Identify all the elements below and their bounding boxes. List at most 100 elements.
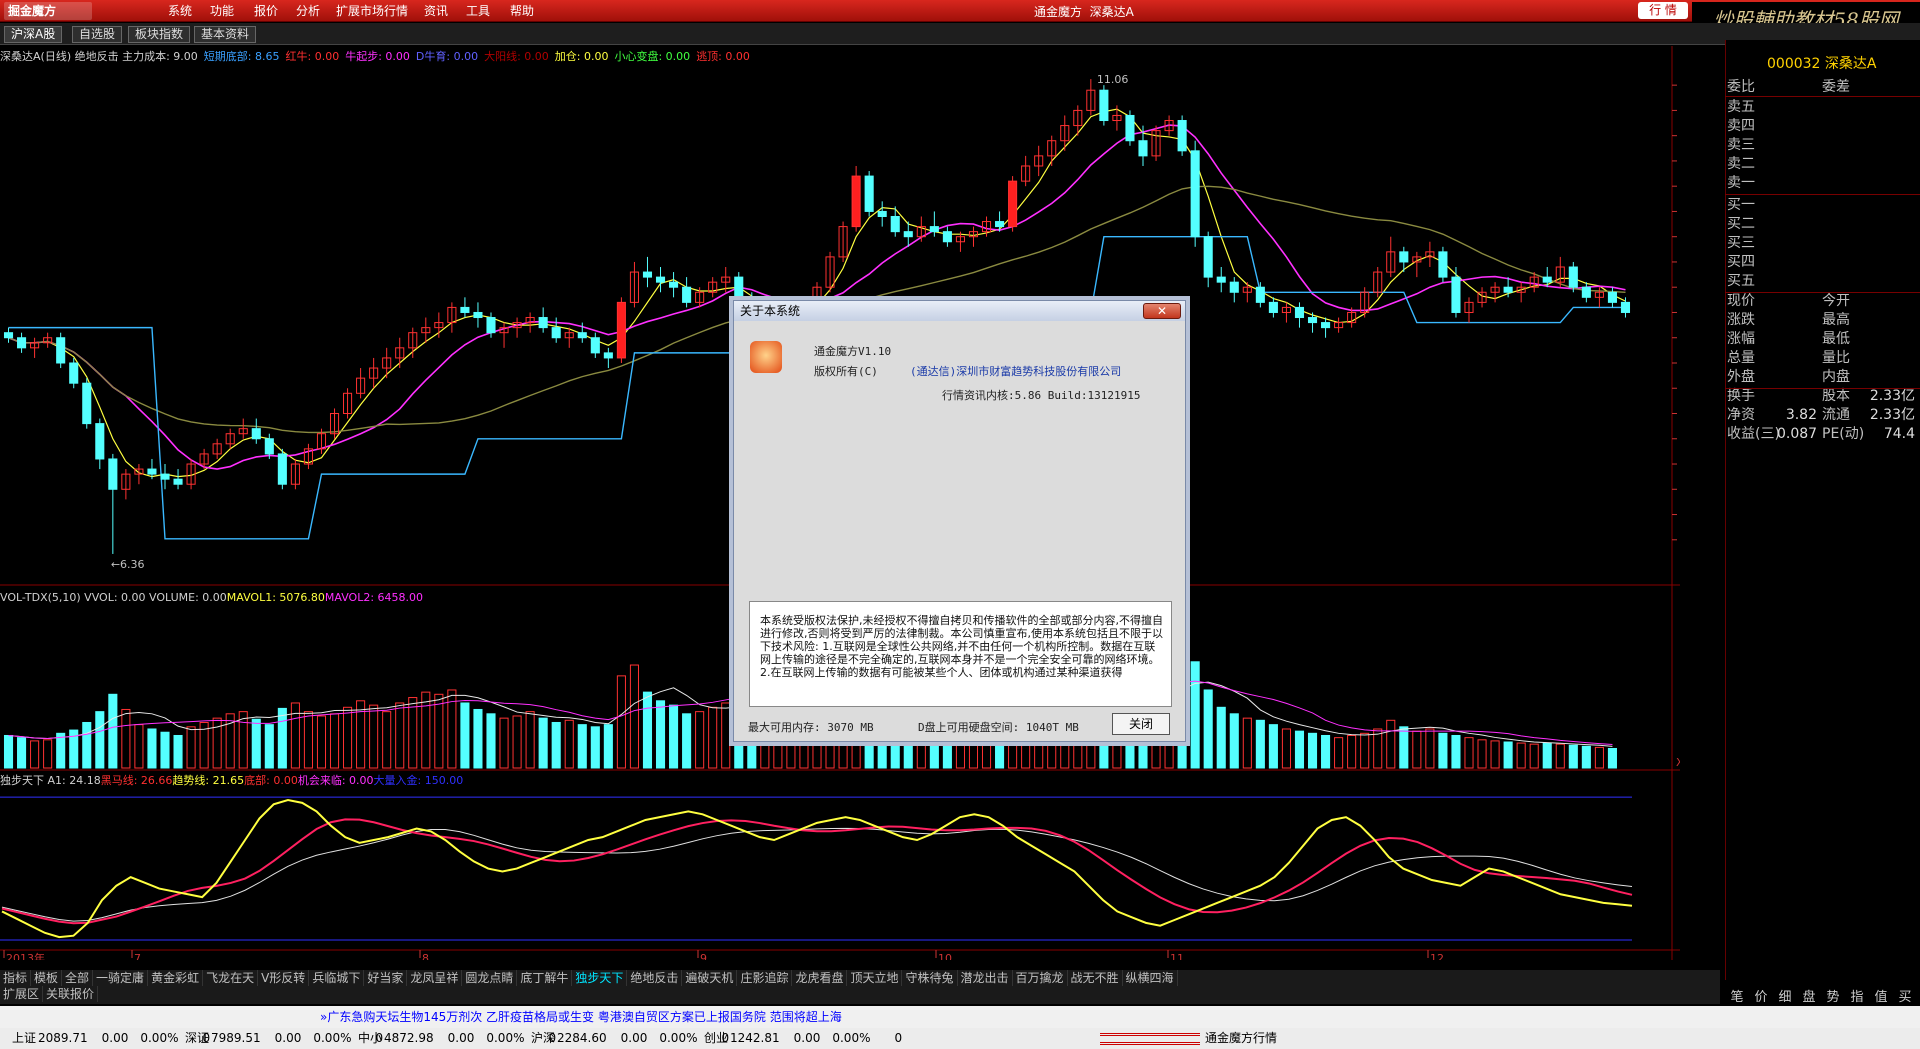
indicator-tab[interactable]: 圆龙点睛 <box>462 970 518 986</box>
panel-mode-7[interactable]: 买 <box>1893 986 1917 1005</box>
label: 买三 <box>1727 235 1755 251</box>
panel-mode-4[interactable]: 势 <box>1821 986 1845 1005</box>
indicator-tab[interactable]: 绝地反击 <box>627 970 683 986</box>
label: 净资 <box>1727 407 1755 423</box>
menu-analysis[interactable]: 分析 <box>296 3 320 19</box>
indicator-tab[interactable]: 龙虎看盘 <box>792 970 848 986</box>
volume-bar <box>1347 734 1357 769</box>
indicator-tab[interactable]: 遍破天机 <box>682 970 738 986</box>
volume-bar <box>408 697 418 769</box>
indicator-tab[interactable]: 守株待兔 <box>902 970 958 986</box>
candle <box>1177 115 1187 156</box>
candle <box>1516 282 1526 303</box>
volume-bar <box>1242 717 1252 769</box>
menu-extended-market[interactable]: 扩展市场行情 <box>336 3 408 19</box>
index-name: 创业 <box>704 1031 729 1045</box>
volume-bar <box>1399 726 1409 769</box>
volume-bar <box>1451 734 1461 769</box>
value: 2.33亿 <box>1869 407 1915 423</box>
menu-function[interactable]: 功能 <box>210 3 234 19</box>
panel-mode-0[interactable]: 笔 <box>1725 986 1749 1005</box>
related-quote-tab[interactable]: 关联报价 <box>43 986 99 1002</box>
candle <box>3 327 14 343</box>
indicator-tab[interactable]: 底丁解牛 <box>517 970 573 986</box>
candle <box>564 327 574 348</box>
candle <box>1321 317 1331 338</box>
indicator-tab[interactable]: 全部 <box>62 970 94 986</box>
indicator-tab[interactable]: 好当家 <box>364 970 408 986</box>
tab-sector-index[interactable]: 板块指数 <box>128 26 191 43</box>
indicator-tab[interactable]: V形反转 <box>258 970 310 986</box>
candle <box>864 171 874 217</box>
indicator-tab[interactable]: 百万擒龙 <box>1013 970 1068 986</box>
dialog-ok-button[interactable]: 关闭 <box>1112 713 1170 735</box>
dialog-close-button[interactable]: ✕ <box>1143 303 1181 319</box>
menu-system[interactable]: 系统 <box>168 3 192 19</box>
label: 委差 <box>1822 79 1850 95</box>
buy-level-row: 买四 <box>1727 253 1917 272</box>
indicator-tab[interactable]: 独步天下 <box>572 970 628 986</box>
indicator-tab[interactable]: 兵临城下 <box>309 970 365 986</box>
indicator-tab[interactable]: 庄影追踪 <box>737 970 793 986</box>
indicator-tab[interactable]: 纵横四海 <box>1123 970 1178 986</box>
indicator-value: 趋势线: 21.65 <box>172 774 245 787</box>
indicator-tab[interactable]: 一骑定庸 <box>93 970 149 986</box>
date-label: 12 <box>1430 952 1444 960</box>
candle <box>17 332 27 353</box>
menu-help[interactable]: 帮助 <box>510 3 534 19</box>
panel-mode-icons: 笔价细盘势指值买 <box>1725 986 1920 1006</box>
panel-mode-2[interactable]: 细 <box>1773 986 1797 1005</box>
panel-mode-1[interactable]: 价 <box>1749 986 1773 1005</box>
date-label: 11 <box>1170 952 1184 960</box>
volume-unit: X10 <box>1676 756 1680 769</box>
menu-news[interactable]: 资讯 <box>424 3 448 19</box>
panel-mode-5[interactable]: 指 <box>1845 986 1869 1005</box>
volume-bar <box>460 702 470 769</box>
news-ticker[interactable]: »广东急购天坛生物145万剂次 乙肝疫苗格局或生变 粤港澳自贸区方案已上报国务院… <box>0 1006 1920 1028</box>
volume-bar <box>629 664 639 769</box>
panel-mode-3[interactable]: 盘 <box>1797 986 1821 1005</box>
candle <box>95 418 105 470</box>
ticker-text[interactable]: »广东急购天坛生物145万剂次 乙肝疫苗格局或生变 粤港澳自贸区方案已上报国务院… <box>320 1010 842 1024</box>
index-value: 2089.71 <box>38 1031 88 1045</box>
indicator-tab[interactable]: 指标 <box>0 970 32 986</box>
about-dialog: 关于本系统 ✕ 通金魔方V1.10 版权所有(C) (通达信)深圳市财富趋势科技… <box>733 300 1186 742</box>
indicator-tab[interactable]: 战无不胜 <box>1068 970 1123 986</box>
indicator-tab[interactable]: 潜龙出击 <box>958 970 1013 986</box>
dialog-disk-space: D盘上可用硬盘空间: 1040T MB <box>918 721 1079 734</box>
indicator-tab[interactable]: 龙凤呈祥 <box>407 970 463 986</box>
panel-mode-6[interactable]: 值 <box>1869 986 1893 1005</box>
volume-bar <box>1490 740 1500 769</box>
volume-bar <box>1607 747 1617 769</box>
indicator-tab[interactable]: 飞龙在天 <box>203 970 259 986</box>
candle <box>1438 246 1448 283</box>
indicator-tab[interactable]: 模板 <box>31 970 63 986</box>
candle <box>1607 287 1617 308</box>
candle <box>1125 110 1135 146</box>
high-annotation: 11.06 <box>1097 73 1129 86</box>
indicator-tab[interactable]: 黄金彩虹 <box>148 970 204 986</box>
volume-bar <box>642 691 653 769</box>
volume-bar <box>316 715 327 769</box>
indicator-value: MAVOL1: 5076.80 <box>226 591 325 604</box>
volume-bar <box>1321 734 1331 769</box>
tab-watchlist[interactable]: 自选股 <box>72 26 123 43</box>
candle <box>1034 145 1044 177</box>
label: 买二 <box>1727 216 1755 232</box>
candle <box>1542 267 1552 288</box>
volume-bar <box>1268 724 1278 769</box>
label: 买四 <box>1727 254 1755 270</box>
label: 卖二 <box>1727 156 1755 172</box>
tab-hushen-a[interactable]: 沪深A股 <box>4 26 63 43</box>
sell-level-row: 卖五 <box>1727 98 1917 117</box>
oscillator-indicator-info: 独步天下 A1: 24.18黑马线: 26.66趋势线: 21.65底部: 0.… <box>0 772 463 788</box>
volume-bar <box>708 706 718 769</box>
tab-fundamentals[interactable]: 基本资料 <box>194 26 257 43</box>
menu-tools[interactable]: 工具 <box>466 3 490 19</box>
quote-button[interactable]: 行 情 <box>1638 2 1688 19</box>
menu-quote[interactable]: 报价 <box>254 3 278 19</box>
expand-area-tab[interactable]: 扩展区 <box>0 986 44 1002</box>
index-quote: 创业 1242.81 0.00 0.00% 0 <box>704 1028 902 1049</box>
date-label: 8 <box>422 952 429 960</box>
indicator-tab[interactable]: 顶天立地 <box>847 970 903 986</box>
